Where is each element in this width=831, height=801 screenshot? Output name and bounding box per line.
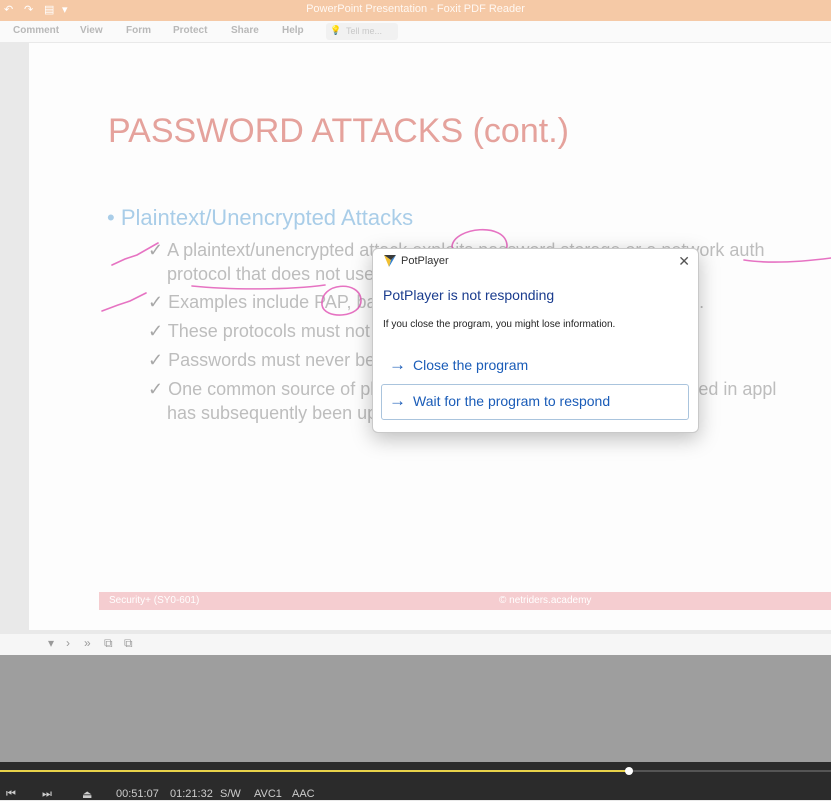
- not-responding-dialog: PotPlayer ✕ PotPlayer is not responding …: [372, 248, 699, 433]
- wait-program-label: Wait for the program to respond: [413, 393, 611, 409]
- menu-view[interactable]: View: [80, 25, 103, 36]
- eject-icon[interactable]: ⏏: [82, 788, 92, 801]
- next-page-icon[interactable]: ›: [66, 636, 70, 650]
- title-bar: ↶ ↷ ▤ ▾ PowerPoint Presentation - Foxit …: [0, 0, 831, 21]
- duration: 01:21:32: [170, 788, 213, 800]
- seek-knob[interactable]: [625, 767, 634, 775]
- close-icon[interactable]: ✕: [678, 253, 690, 270]
- badge-audio-codec: AAC: [292, 788, 315, 800]
- next-icon[interactable]: ⏭: [42, 788, 52, 801]
- window-title: PowerPoint Presentation - Foxit PDF Read…: [306, 3, 525, 15]
- check-icon: ✓: [148, 292, 164, 312]
- tell-me-search[interactable]: 💡 Tell me...: [326, 23, 398, 40]
- page-navigation-bar: ▾ › » ⧉ ⧉: [0, 634, 831, 655]
- seek-bar-played: [0, 770, 630, 772]
- dialog-app-name: PotPlayer: [401, 255, 449, 267]
- menu-protect[interactable]: Protect: [173, 25, 207, 36]
- badge-video-codec: AVC1: [254, 788, 282, 800]
- menu-comment[interactable]: Comment: [13, 25, 59, 36]
- lightbulb-icon: 💡: [330, 25, 342, 35]
- arrow-right-icon: →: [389, 391, 406, 410]
- slide-main-bullet: • Plaintext/Unencrypted Attacks: [107, 205, 414, 230]
- video-area: [0, 655, 831, 762]
- check-icon: ✓: [148, 321, 164, 341]
- close-program-label: Close the program: [413, 357, 529, 373]
- check-icon: ✓: [148, 240, 164, 260]
- copy-icon[interactable]: ⧉: [104, 636, 113, 651]
- menu-share[interactable]: Share: [231, 25, 259, 36]
- dialog-message: If you close the program, you might lose…: [383, 319, 616, 330]
- potplayer-icon: [384, 255, 396, 267]
- paste-icon[interactable]: ⧉: [124, 636, 133, 651]
- dialog-heading: PotPlayer is not responding: [383, 287, 555, 303]
- footer-copyright: © netriders.academy: [499, 595, 592, 606]
- previous-icon[interactable]: ⏮: [6, 788, 16, 801]
- current-time: 00:51:07: [116, 788, 159, 800]
- check-icon: ✓: [148, 350, 164, 370]
- page-dropdown-icon[interactable]: ▾: [48, 636, 54, 650]
- menu-bar: Comment View Form Protect Share Help 💡 T…: [0, 21, 831, 43]
- last-page-icon[interactable]: »: [84, 636, 91, 650]
- seek-bar[interactable]: [0, 767, 831, 775]
- wait-program-button[interactable]: → Wait for the program to respond: [381, 384, 689, 420]
- player-controls: ⏮ ⏭ ⏏ 00:51:07 01:21:32 S/W AVC1 AAC: [0, 762, 831, 801]
- footer-course: Security+ (SY0-601): [109, 595, 200, 606]
- arrow-right-icon: →: [389, 355, 406, 374]
- close-program-button[interactable]: → Close the program: [381, 348, 689, 384]
- badge-renderer: S/W: [220, 788, 241, 800]
- slide-footer: Security+ (SY0-601) © netriders.academy: [99, 592, 831, 610]
- tell-me-placeholder: Tell me...: [346, 26, 383, 36]
- menu-help[interactable]: Help: [282, 25, 304, 36]
- slide-title: PASSWORD ATTACKS (cont.): [108, 112, 569, 150]
- check-icon: ✓: [148, 379, 164, 399]
- menu-form[interactable]: Form: [126, 25, 151, 36]
